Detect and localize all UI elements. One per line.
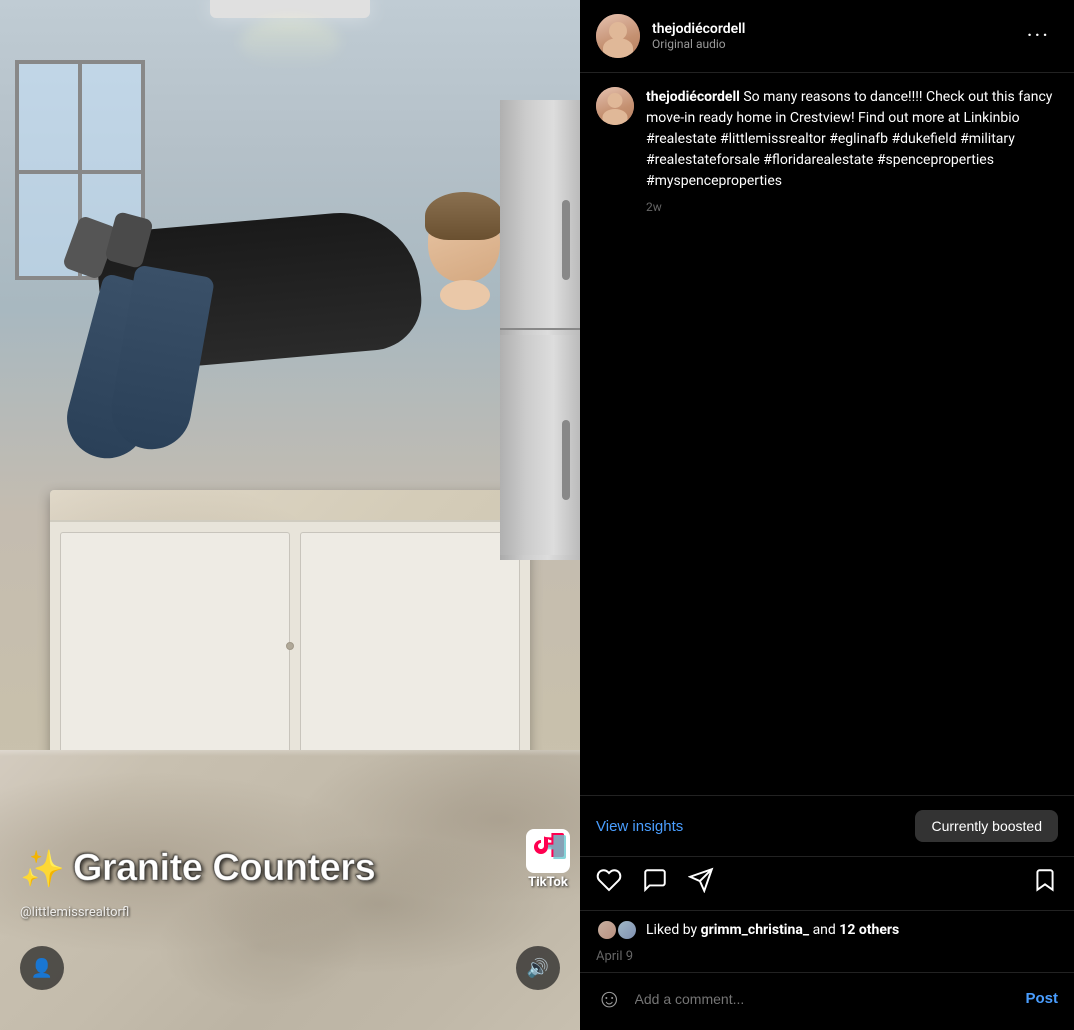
actions-row: [580, 857, 1074, 911]
liker-avatar-2: [616, 919, 638, 941]
username[interactable]: thejodiécordell: [652, 21, 745, 37]
post-body: thejodiécordell So many reasons to dance…: [580, 73, 1074, 795]
likes-row: Liked by grimm_christina_ and 12 others: [580, 911, 1074, 945]
likes-avatars: Liked by grimm_christina_ and 12 others: [596, 919, 1058, 941]
like-button[interactable]: [596, 867, 622, 900]
likes-text: Liked by grimm_christina_ and 12 others: [646, 922, 899, 938]
insights-row: View insights Currently boosted: [580, 796, 1074, 857]
tiktok-badge: TikTok: [526, 829, 570, 890]
comment-input-row: ☺ Post: [580, 972, 1074, 1030]
tiktok-logo-icon: [526, 829, 570, 873]
comment-button[interactable]: [642, 867, 668, 900]
profile-icon: 👤: [31, 958, 53, 979]
share-button[interactable]: [688, 867, 714, 900]
post-footer: View insights Currently boosted: [580, 795, 1074, 1030]
caption-avatar[interactable]: [596, 87, 634, 125]
caption-username[interactable]: thejodiécordell: [646, 89, 740, 105]
video-panel: ✨ Granite Counters TikTok @littlemissrea…: [0, 0, 580, 1030]
star-emoji: ✨: [20, 848, 65, 890]
likes-others[interactable]: 12 others: [839, 922, 899, 938]
likes-and: and: [813, 922, 836, 938]
granite-counters-text: Granite Counters: [73, 847, 375, 890]
video-text-overlay: ✨ Granite Counters: [20, 847, 560, 890]
liker-avatar-1: [596, 919, 618, 941]
tiktok-label: TikTok: [528, 875, 568, 890]
emoji-button[interactable]: ☺: [596, 983, 623, 1014]
bookmark-button[interactable]: [1032, 867, 1058, 900]
post-caption-row: thejodiécordell So many reasons to dance…: [596, 87, 1058, 216]
user-details: thejodiécordell Original audio: [652, 21, 745, 51]
post-panel: thejodiécordell Original audio ··· thejo…: [580, 0, 1074, 1030]
post-date: April 9: [580, 945, 1074, 972]
currently-boosted-button[interactable]: Currently boosted: [915, 810, 1058, 842]
avatar-image: [596, 14, 640, 58]
profile-button[interactable]: 👤: [20, 946, 64, 990]
audio-icon: 🔊: [527, 958, 549, 979]
audio-button[interactable]: 🔊: [516, 946, 560, 990]
more-options-button[interactable]: ···: [1019, 20, 1058, 53]
caption-avatar-image: [596, 87, 634, 125]
liker-username[interactable]: grimm_christina_: [701, 922, 809, 938]
view-insights-button[interactable]: View insights: [596, 818, 683, 835]
avatar[interactable]: [596, 14, 640, 58]
caption-text: thejodiécordell So many reasons to dance…: [646, 87, 1058, 216]
audio-label: Original audio: [652, 37, 745, 51]
video-controls: 👤 🔊: [0, 946, 580, 990]
post-comment-button[interactable]: Post: [1025, 990, 1058, 1007]
user-info: thejodiécordell Original audio: [596, 14, 745, 58]
liked-by-label: Liked by: [646, 922, 697, 938]
comment-input[interactable]: [635, 991, 1014, 1007]
caption-time: 2w: [646, 198, 1058, 216]
post-header: thejodiécordell Original audio ···: [580, 0, 1074, 73]
watermark-text: @littlemissrealtorfl: [20, 905, 129, 920]
